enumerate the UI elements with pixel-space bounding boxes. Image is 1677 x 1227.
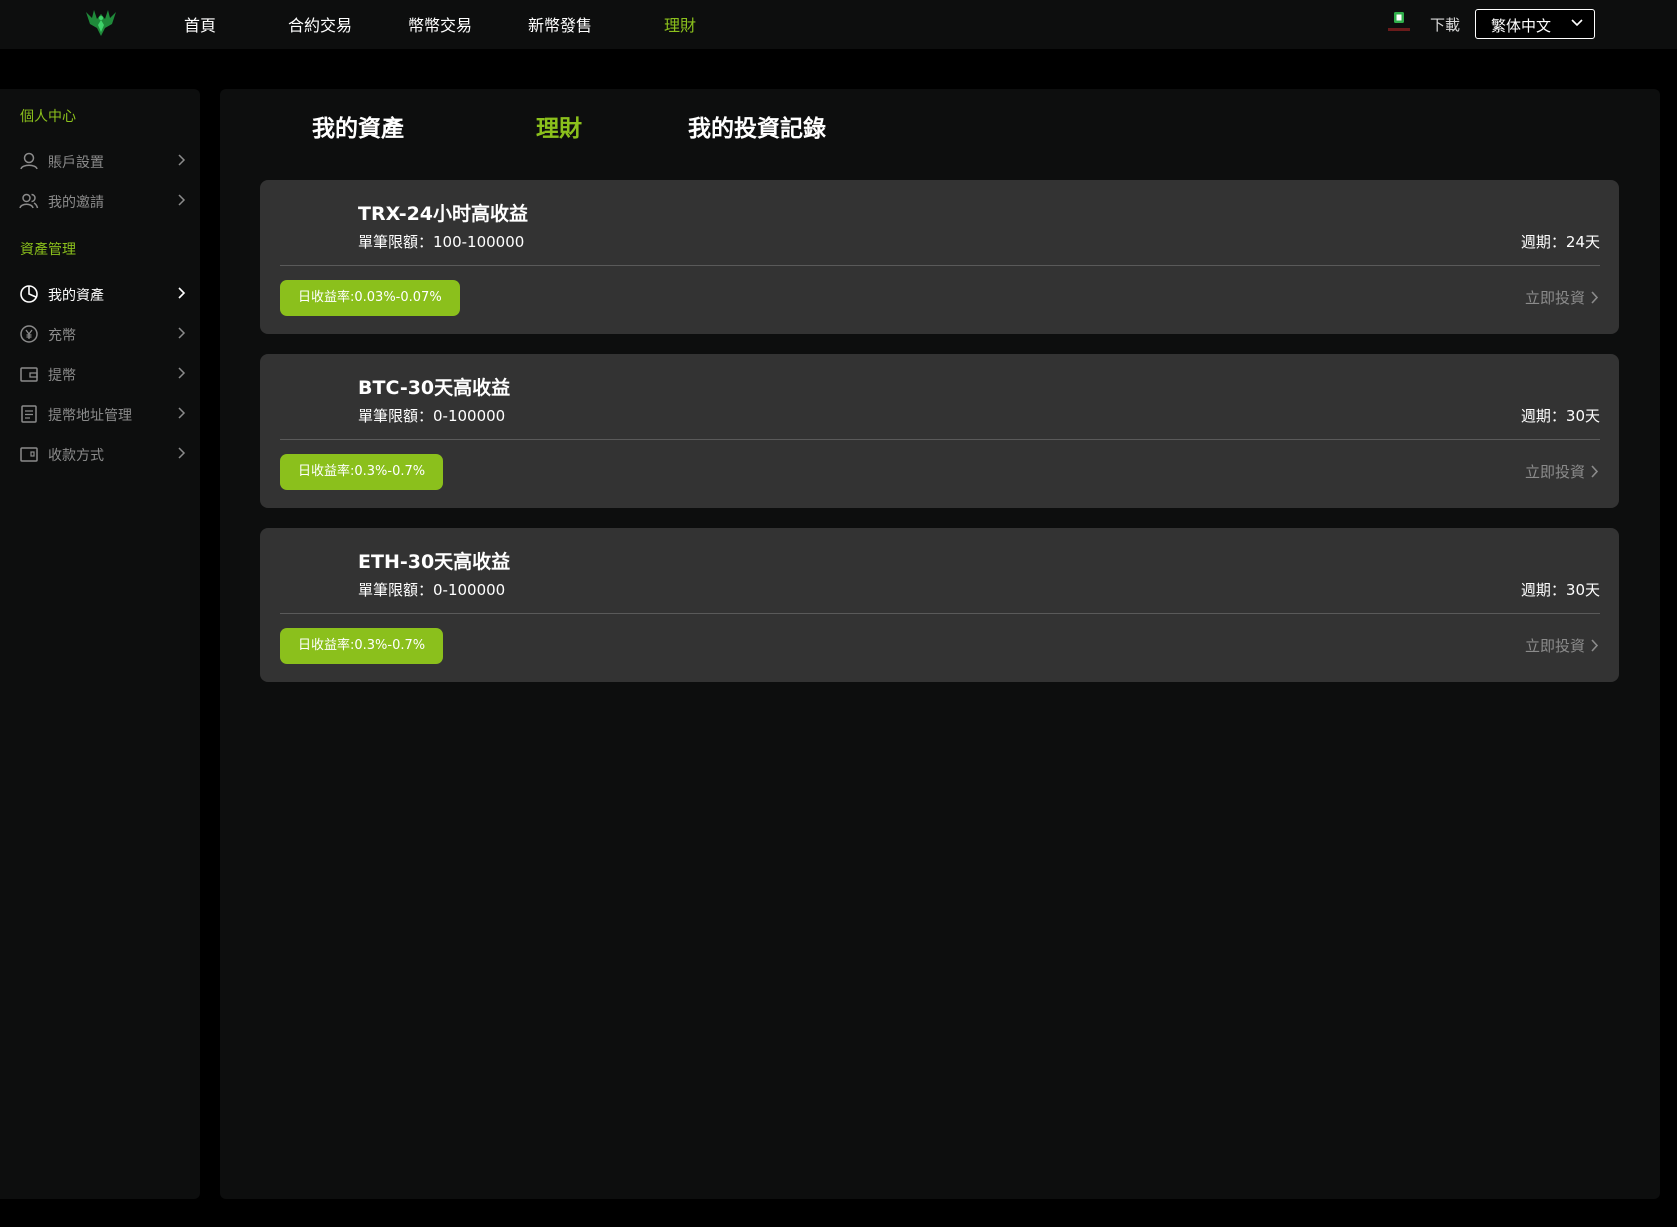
card-divider — [280, 265, 1600, 266]
sidebar-item-withdraw[interactable]: 提幣 — [0, 359, 200, 389]
chevron-right-icon — [178, 287, 186, 299]
product-card-trx: TRX-24小时高收益 單筆限額：100-100000 週期：24天 日收益率:… — [260, 180, 1619, 334]
pie-chart-icon — [20, 285, 38, 303]
card-divider — [280, 613, 1600, 614]
users-icon — [19, 193, 39, 209]
sidebar-item-payment-methods[interactable]: 收款方式 — [0, 439, 200, 469]
daily-yield-badge: 日收益率:0.3%-0.7% — [280, 454, 444, 490]
product-card-eth: ETH-30天高收益 單筆限額：0-100000 週期：30天 日收益率:0.3… — [260, 528, 1619, 682]
sidebar-section-asset-management: 資產管理 — [20, 242, 76, 258]
product-period: 週期：30天 — [1520, 407, 1600, 425]
invest-now-label: 立即投資 — [1524, 289, 1585, 307]
product-card-btc: BTC-30天高收益 單筆限額：0-100000 週期：30天 日收益率:0.3… — [260, 354, 1619, 508]
tab-investment-records[interactable]: 我的投資記錄 — [688, 109, 826, 143]
invest-now-button[interactable]: 立即投資 — [1525, 461, 1599, 482]
daily-yield-badge: 日收益率:0.03%-0.07% — [280, 280, 460, 316]
wallet-icon — [20, 367, 38, 382]
invest-now-button[interactable]: 立即投資 — [1525, 287, 1599, 308]
chevron-right-icon — [178, 407, 186, 419]
invest-now-button[interactable]: 立即投資 — [1525, 635, 1599, 656]
chevron-right-icon — [1591, 639, 1599, 652]
language-value: 繁体中文 — [1491, 17, 1552, 35]
address-book-icon — [21, 405, 37, 423]
product-title: ETH-30天高收益 — [358, 551, 511, 573]
top-navigation-bar: 首頁 合約交易 幣幣交易 新幣發售 理財 下載 繁体中文 — [0, 0, 1677, 49]
sidebar-item-label: 提幣 — [48, 368, 76, 384]
app-download-icon[interactable] — [1385, 11, 1413, 35]
sidebar-item-my-invitations[interactable]: 我的邀請 — [0, 186, 200, 216]
chevron-right-icon — [178, 194, 186, 206]
language-select[interactable]: 繁体中文 — [1475, 9, 1595, 39]
tab-my-assets[interactable]: 我的資產 — [312, 109, 404, 143]
chevron-right-icon — [178, 367, 186, 379]
download-link[interactable]: 下載 — [1430, 14, 1460, 35]
nav-home[interactable]: 首頁 — [184, 12, 216, 36]
chevron-right-icon — [178, 447, 186, 459]
user-icon — [20, 152, 38, 170]
product-period: 週期：24天 — [1520, 233, 1600, 251]
sidebar-item-label: 收款方式 — [48, 448, 104, 464]
sidebar-item-account-settings[interactable]: 賬戶設置 — [0, 146, 200, 176]
chevron-right-icon — [1591, 291, 1599, 304]
product-period: 週期：30天 — [1520, 581, 1600, 599]
sidebar: 個人中心 賬戶設置 我的邀請 資產管理 我的資產 充幣 提幣 提幣地址管理 收款… — [0, 89, 200, 1199]
sidebar-item-label: 提幣地址管理 — [48, 408, 132, 424]
card-icon — [20, 447, 38, 462]
sidebar-item-label: 賬戶設置 — [48, 155, 104, 171]
yen-coin-icon — [20, 325, 38, 343]
product-title: TRX-24小时高收益 — [358, 203, 529, 225]
phoenix-logo-icon[interactable] — [84, 6, 118, 40]
product-limit: 單筆限額：0-100000 — [358, 581, 506, 599]
sidebar-item-label: 我的資產 — [48, 288, 104, 304]
invest-now-label: 立即投資 — [1524, 463, 1585, 481]
tab-wealth-management[interactable]: 理財 — [536, 109, 582, 143]
sidebar-item-label: 我的邀請 — [48, 195, 104, 211]
chevron-down-icon — [1571, 19, 1583, 27]
sidebar-item-label: 充幣 — [48, 328, 76, 344]
card-divider — [280, 439, 1600, 440]
nav-coin-trading[interactable]: 幣幣交易 — [408, 12, 472, 36]
chevron-right-icon — [1591, 465, 1599, 478]
product-limit: 單筆限額：0-100000 — [358, 407, 506, 425]
sidebar-item-deposit[interactable]: 充幣 — [0, 319, 200, 349]
chevron-right-icon — [178, 327, 186, 339]
sidebar-item-withdraw-address[interactable]: 提幣地址管理 — [0, 399, 200, 429]
sidebar-item-my-assets[interactable]: 我的資產 — [0, 279, 200, 309]
nav-new-coin-sale[interactable]: 新幣發售 — [528, 12, 592, 36]
chevron-right-icon — [178, 154, 186, 166]
nav-contract-trading[interactable]: 合約交易 — [288, 12, 352, 36]
product-title: BTC-30天高收益 — [358, 377, 511, 399]
sidebar-section-personal-center: 個人中心 — [20, 109, 76, 125]
daily-yield-badge: 日收益率:0.3%-0.7% — [280, 628, 444, 664]
main-panel: 我的資產 理財 我的投資記錄 TRX-24小时高收益 單筆限額：100-1000… — [220, 89, 1660, 1199]
product-limit: 單筆限額：100-100000 — [358, 233, 525, 251]
invest-now-label: 立即投資 — [1524, 637, 1585, 655]
nav-wealth-management[interactable]: 理財 — [664, 12, 696, 36]
